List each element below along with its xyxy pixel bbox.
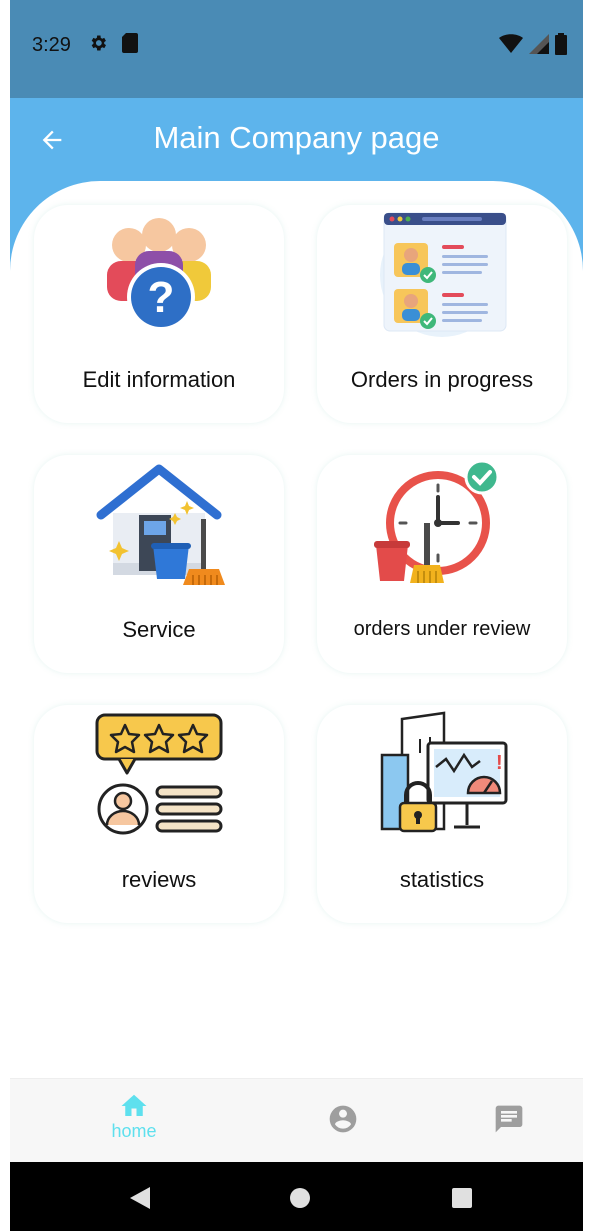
system-nav-bar xyxy=(10,1162,583,1231)
card-label: Orders in progress xyxy=(350,367,534,392)
people-question-icon: ? xyxy=(107,218,211,331)
home-circle-icon[interactable] xyxy=(289,1187,311,1209)
card-label: Service xyxy=(122,617,196,642)
wifi-icon xyxy=(499,34,523,59)
status-time: 3:29 xyxy=(32,34,71,56)
house-cleaning-icon xyxy=(96,464,225,585)
nav-label: home xyxy=(111,1121,157,1141)
page-title: Main Company page xyxy=(153,120,440,155)
screen: 3:29 Main Company page ? Edit informatio… xyxy=(10,0,583,1231)
card-label: orders under review xyxy=(353,618,531,640)
card-edit-information[interactable]: ? Edit information xyxy=(34,205,284,423)
account-circle-icon xyxy=(329,1105,357,1133)
back-triangle-icon[interactable] xyxy=(128,1186,152,1210)
svg-text:!: ! xyxy=(496,752,503,774)
card-service[interactable]: Service xyxy=(34,455,284,673)
status-bar: 3:29 xyxy=(10,0,583,98)
clock-broom-check-icon xyxy=(374,459,500,583)
status-icons-right xyxy=(499,33,567,60)
rating-reviews-icon xyxy=(95,713,223,835)
bottom-nav: home xyxy=(10,1078,583,1162)
card-label: reviews xyxy=(121,867,197,892)
gear-icon xyxy=(88,33,108,58)
card-label: statistics xyxy=(399,867,485,892)
card-orders-in-progress[interactable]: Orders in progress xyxy=(317,205,567,423)
nav-home[interactable]: home xyxy=(94,1091,174,1142)
card-orders-under-review[interactable]: orders under review xyxy=(317,455,567,673)
nav-messages[interactable] xyxy=(469,1103,549,1135)
nav-profile[interactable] xyxy=(303,1103,383,1135)
approved-profiles-icon xyxy=(380,212,507,337)
home-icon xyxy=(121,1094,147,1116)
card-label: Edit information xyxy=(82,367,236,392)
card-reviews[interactable]: reviews xyxy=(34,705,284,923)
recents-square-icon[interactable] xyxy=(451,1187,473,1209)
card-statistics[interactable]: ! statistics xyxy=(317,705,567,923)
chat-icon xyxy=(495,1105,523,1133)
status-icons-left xyxy=(88,33,138,58)
statistics-security-icon: ! xyxy=(380,711,508,833)
signal-icon xyxy=(529,34,549,59)
sd-card-icon xyxy=(122,33,138,58)
battery-icon xyxy=(555,33,567,60)
svg-text:?: ? xyxy=(148,273,175,322)
